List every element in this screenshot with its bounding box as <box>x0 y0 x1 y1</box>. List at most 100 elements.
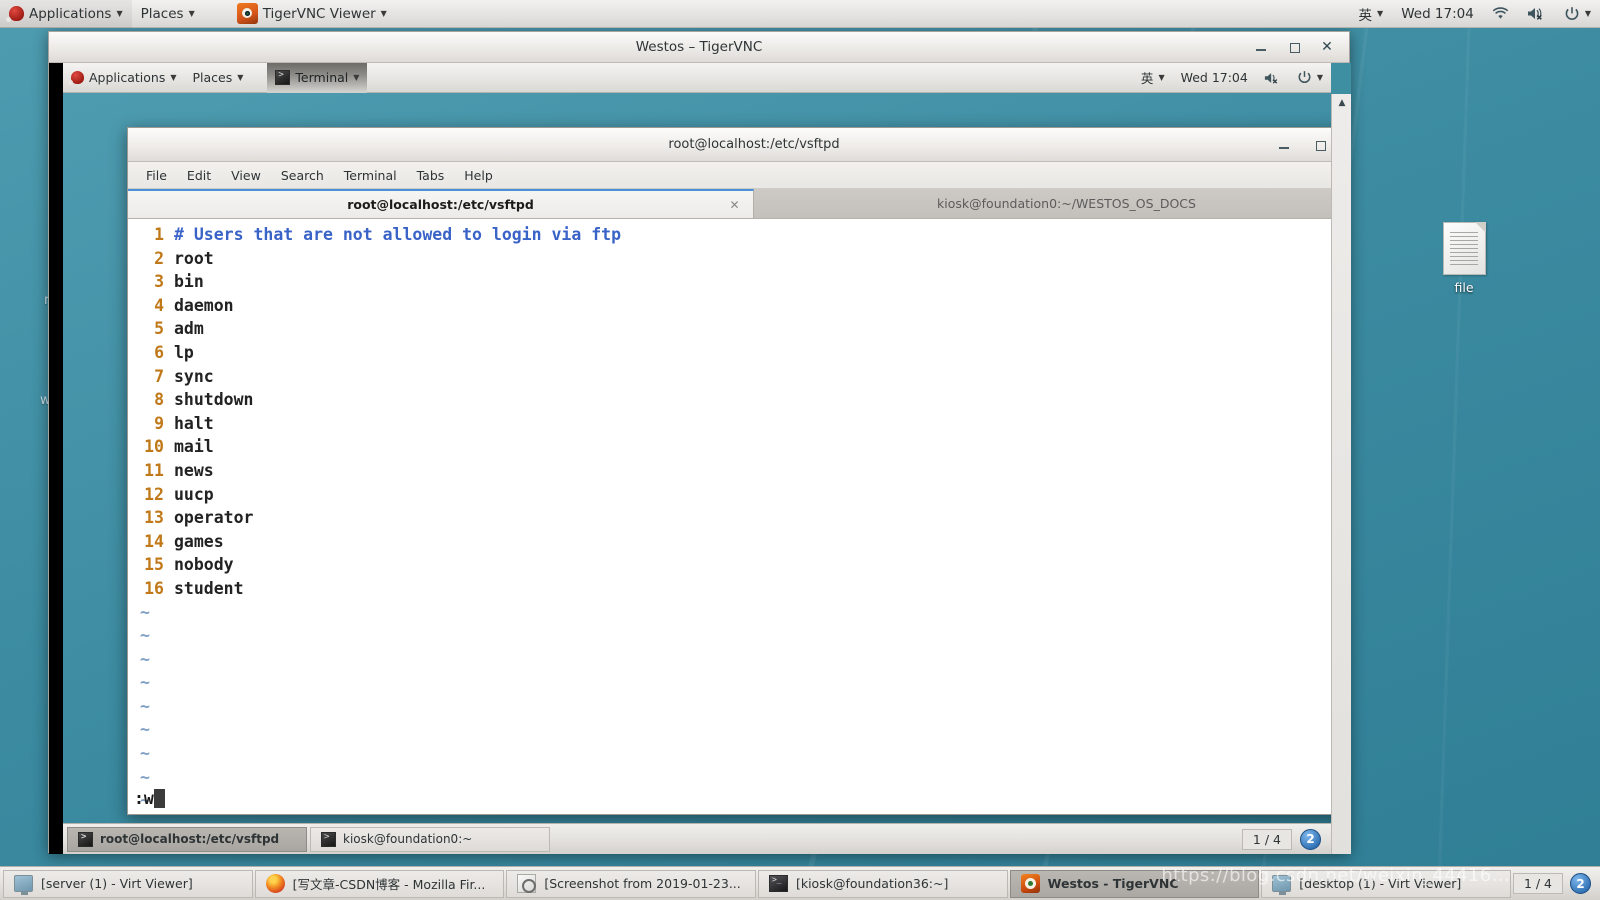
terminal-tab-label: root@localhost:/etc/vsftpd <box>347 197 534 212</box>
close-icon[interactable]: ✕ <box>728 198 741 212</box>
terminal-tab-kiosk-docs[interactable]: kiosk@foundation0:~/WESTOS_OS_DOCS ✕ <box>754 189 1351 218</box>
line-number: 3 <box>154 272 164 292</box>
host-taskbar: [server (1) - Virt Viewer] [写文章-CSDN博客 -… <box>0 866 1600 900</box>
host-task-label: [server (1) - Virt Viewer] <box>41 876 193 891</box>
host-workspace-badge[interactable]: 2 <box>1570 873 1592 894</box>
editor-line: 9 halt <box>134 412 1351 436</box>
host-wifi-indicator[interactable] <box>1483 0 1518 28</box>
host-task-label: [写文章-CSDN博客 - Mozilla Fir... <box>292 877 486 892</box>
host-task-label: Westos - TigerVNC <box>1047 876 1179 891</box>
host-clock[interactable]: Wed 17:04 <box>1392 0 1483 28</box>
host-workspace-switcher[interactable]: 1 / 4 2 <box>1512 873 1597 894</box>
terminal-window[interactable]: root@localhost:/etc/vsftpd ✕ File Edit V… <box>127 127 1351 815</box>
editor-line: 4 daemon <box>134 294 1351 318</box>
host-task-screenshot[interactable]: [Screenshot from 2019-01-23... <box>506 869 756 898</box>
tilde-marker: ~ <box>140 744 150 764</box>
guest-task-root-vsftpd[interactable]: root@localhost:/etc/vsftpd <box>67 826 307 852</box>
guest-workspace-switcher[interactable]: 1 / 4 2 <box>1241 828 1327 850</box>
terminal-close-button[interactable]: ✕ <box>1348 137 1351 153</box>
host-places-menu[interactable]: Places ▼ <box>132 0 204 28</box>
menu-file[interactable]: File <box>138 165 175 186</box>
text-cursor <box>153 789 165 808</box>
host-active-app-label: TigerVNC Viewer <box>262 5 376 22</box>
editor-line: 7 sync <box>134 365 1351 389</box>
guest-applications-menu[interactable]: Applications ▼ <box>63 63 185 93</box>
editor-empty-line: ~ <box>134 695 1351 719</box>
host-volume-indicator[interactable] <box>1518 0 1555 28</box>
vim-editor-buffer[interactable]: 1 # Users that are not allowed to login v… <box>128 219 1351 814</box>
line-number: 8 <box>154 390 164 410</box>
menu-edit[interactable]: Edit <box>179 165 219 186</box>
chevron-down-icon: ▼ <box>1377 8 1384 18</box>
editor-empty-line: ~ <box>134 742 1351 766</box>
guest-places-menu[interactable]: Places ▼ <box>185 63 252 93</box>
host-task-desktop-virt-viewer[interactable]: [desktop (1) - Virt Viewer] <box>1261 869 1511 898</box>
vim-command-line[interactable]: :w <box>134 789 165 808</box>
host-task-firefox[interactable]: [写文章-CSDN博客 - Mozilla Fir... <box>254 869 505 898</box>
screenshot-icon <box>517 874 537 893</box>
menu-view[interactable]: View <box>223 165 269 186</box>
vnc-scrollbar-track[interactable] <box>1332 112 1351 854</box>
menu-tabs[interactable]: Tabs <box>409 165 453 186</box>
editor-line: 2 root <box>134 247 1351 271</box>
vnc-titlebar[interactable]: Westos – TigerVNC ✕ <box>49 32 1349 63</box>
line-number: 6 <box>154 342 164 362</box>
guest-screen-left-border <box>49 63 63 854</box>
chevron-down-icon: ▼ <box>353 72 360 82</box>
host-applications-menu[interactable]: Applications ▼ <box>0 0 132 28</box>
guest-clock[interactable]: Wed 17:04 <box>1173 63 1256 93</box>
host-active-app-menu[interactable]: TigerVNC Viewer ▼ <box>228 0 396 28</box>
host-workspace-count: 1 / 4 <box>1512 873 1564 894</box>
guest-applications-label: Applications <box>89 70 166 85</box>
host-task-kiosk-terminal[interactable]: [kiosk@foundation36:~] <box>757 869 1008 898</box>
vnc-maximize-button[interactable] <box>1286 39 1302 55</box>
guest-desktop[interactable]: Applications ▼ Places ▼ Terminal ▼ 英 ▼ <box>63 63 1351 854</box>
vnc-close-button[interactable]: ✕ <box>1319 39 1335 55</box>
guest-input-method[interactable]: 英 ▼ <box>1133 63 1173 93</box>
host-task-server-virt-viewer[interactable]: [server (1) - Virt Viewer] <box>3 869 253 898</box>
menu-terminal[interactable]: Terminal <box>336 165 405 186</box>
terminal-tab-bar: root@localhost:/etc/vsftpd ✕ kiosk@found… <box>128 189 1351 219</box>
line-number: 16 <box>144 578 164 598</box>
guest-workspace-badge[interactable]: 2 <box>1300 828 1321 850</box>
host-task-westos-tigervnc[interactable]: Westos - TigerVNC <box>1009 869 1260 898</box>
line-text: operator <box>174 508 254 528</box>
terminal-minimize-button[interactable] <box>1276 137 1292 153</box>
guest-volume-indicator[interactable] <box>1256 63 1289 93</box>
vnc-vertical-scrollbar[interactable]: ▲ ▼ <box>1331 94 1351 854</box>
vnc-remote-screen[interactable]: Applications ▼ Places ▼ Terminal ▼ 英 ▼ <box>49 63 1351 854</box>
editor-empty-line: ~ <box>134 624 1351 648</box>
guest-task-kiosk[interactable]: kiosk@foundation0:~ <box>310 826 550 852</box>
tilde-marker: ~ <box>140 720 150 740</box>
guest-power-menu[interactable]: ▼ <box>1289 63 1331 93</box>
editor-line: 11 news <box>134 459 1351 483</box>
editor-line: 16 student <box>134 577 1351 601</box>
host-power-menu[interactable]: ▼ <box>1555 0 1600 28</box>
host-task-label: [desktop (1) - Virt Viewer] <box>1299 876 1462 891</box>
menu-help[interactable]: Help <box>456 165 501 186</box>
desktop-file-icon[interactable]: file <box>1428 222 1500 295</box>
document-icon-lines <box>1449 232 1478 266</box>
terminal-maximize-button[interactable] <box>1312 137 1328 153</box>
scroll-up-arrow-icon[interactable]: ▲ <box>1332 94 1351 112</box>
line-number: 12 <box>144 484 164 504</box>
guest-active-window-menu[interactable]: Terminal ▼ <box>267 63 368 93</box>
chevron-down-icon: ▼ <box>188 8 195 18</box>
menu-search[interactable]: Search <box>273 165 332 186</box>
editor-empty-line: ~ <box>134 789 1351 813</box>
tilde-marker: ~ <box>140 673 150 693</box>
tigervnc-window[interactable]: Westos – TigerVNC ✕ Applications ▼ Place… <box>48 31 1351 854</box>
host-input-method[interactable]: 英 ▼ <box>1350 0 1393 28</box>
line-text: student <box>174 578 244 598</box>
line-number: 4 <box>154 295 164 315</box>
terminal-content-area[interactable]: 1 # Users that are not allowed to login v… <box>128 219 1351 814</box>
terminal-tab-root-vsftpd[interactable]: root@localhost:/etc/vsftpd ✕ <box>128 189 754 218</box>
vnc-minimize-button[interactable] <box>1253 39 1269 55</box>
editor-line: 13 operator <box>134 506 1351 530</box>
line-number: 14 <box>144 531 164 551</box>
tilde-marker: ~ <box>140 649 150 669</box>
host-top-panel: Applications ▼ Places ▼ TigerVNC Viewer … <box>0 0 1600 28</box>
line-text: sync <box>174 366 214 386</box>
terminal-titlebar[interactable]: root@localhost:/etc/vsftpd ✕ <box>128 128 1351 162</box>
terminal-icon <box>78 831 93 847</box>
